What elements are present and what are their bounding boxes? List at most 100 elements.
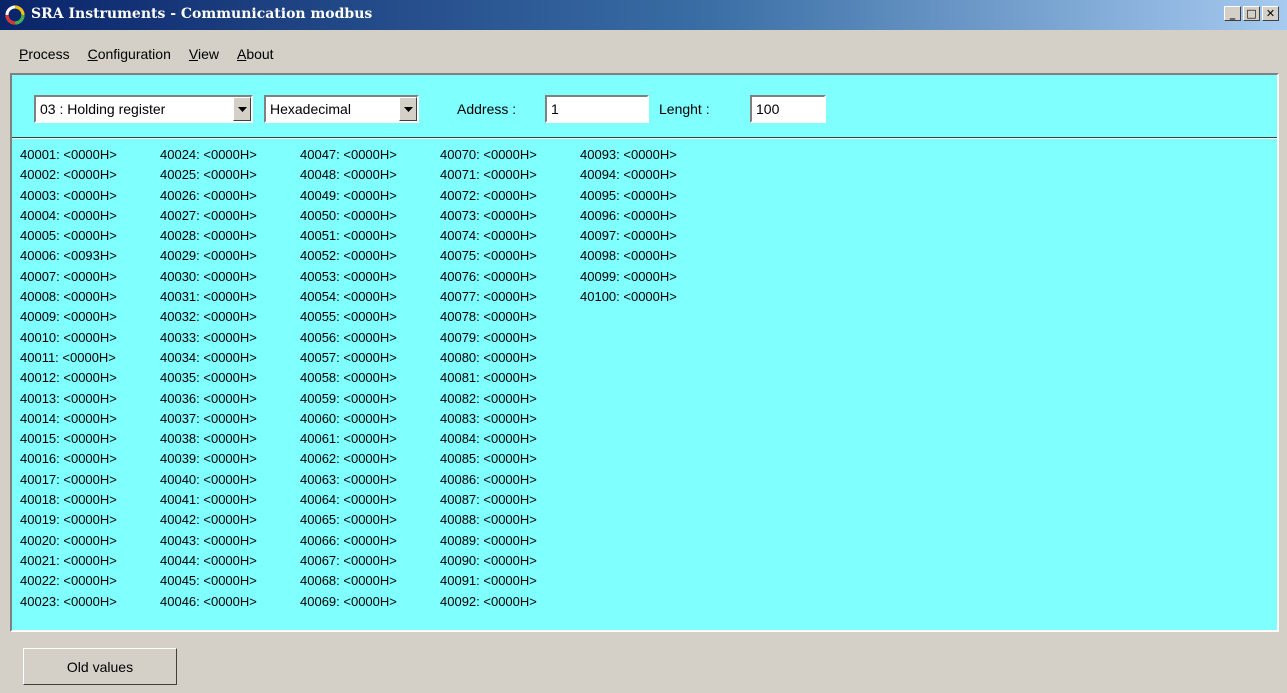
register-value: 40039: <0000H>: [160, 451, 257, 467]
maximize-button[interactable]: □: [1243, 6, 1260, 21]
register-value: 40036: <0000H>: [160, 390, 257, 406]
register-value: 40040: <0000H>: [160, 471, 257, 487]
register-value: 40052: <0000H>: [300, 248, 397, 264]
title-bar: SRA Instruments - Communication modbus _…: [0, 0, 1287, 30]
register-value: 40089: <0000H>: [440, 532, 537, 548]
register-value: 40032: <0000H>: [160, 309, 257, 325]
register-value: 40076: <0000H>: [440, 268, 537, 284]
length-field[interactable]: [750, 95, 826, 123]
register-value: 40014: <0000H>: [20, 410, 117, 426]
register-type-select[interactable]: 03 : Holding register: [34, 95, 253, 123]
register-value: 40041: <0000H>: [160, 492, 257, 508]
register-value: 40065: <0000H>: [300, 512, 397, 528]
register-value: 40047: <0000H>: [300, 147, 397, 162]
toolbar-divider: [12, 137, 1277, 139]
register-value: 40011: <0000H>: [20, 349, 116, 365]
register-value: 40007: <0000H>: [20, 268, 117, 284]
register-value: 40051: <0000H>: [300, 228, 397, 244]
register-value: 40075: <0000H>: [440, 248, 537, 264]
register-value: 40093: <0000H>: [580, 147, 677, 162]
register-value: 40010: <0000H>: [20, 329, 117, 345]
old-values-button[interactable]: Old values: [23, 648, 177, 685]
register-value: 40099: <0000H>: [580, 268, 677, 284]
register-value: 40090: <0000H>: [440, 552, 537, 568]
app-logo-icon: [5, 5, 25, 25]
length-input[interactable]: [752, 97, 824, 121]
register-value: 40050: <0000H>: [300, 207, 397, 223]
close-button[interactable]: ✕: [1262, 6, 1279, 21]
register-value: 40098: <0000H>: [580, 248, 677, 264]
register-list: 40001: <0000H> 40002: <0000H> 40003: <0000…: [20, 145, 720, 612]
register-value: 40082: <0000H>: [440, 390, 537, 406]
register-value: 40001: <0000H>: [20, 147, 117, 162]
length-label: Lenght :: [659, 101, 710, 117]
register-value: 40033: <0000H>: [160, 329, 257, 345]
register-value: 40073: <0000H>: [440, 207, 537, 223]
register-value: 40081: <0000H>: [440, 370, 537, 386]
register-value: 40072: <0000H>: [440, 187, 537, 203]
register-value: 40005: <0000H>: [20, 228, 117, 244]
register-value: 40095: <0000H>: [580, 187, 677, 203]
register-value: 40029: <0000H>: [160, 248, 257, 264]
address-label: Address :: [457, 101, 517, 117]
register-value: 40064: <0000H>: [300, 492, 397, 508]
register-value: 40002: <0000H>: [20, 167, 117, 183]
register-value: 40086: <0000H>: [440, 471, 537, 487]
register-value: 40063: <0000H>: [300, 471, 397, 487]
toolbar: 03 : Holding register Hexadecimal Addres…: [12, 75, 1277, 137]
register-value: 40062: <0000H>: [300, 451, 397, 467]
register-type-dropdown-button[interactable]: [233, 97, 251, 121]
register-value: 40026: <0000H>: [160, 187, 257, 203]
register-value: 40096: <0000H>: [580, 207, 677, 223]
register-value: 40054: <0000H>: [300, 289, 397, 305]
menu-process[interactable]: Process: [0, 44, 79, 66]
register-value: 40034: <0000H>: [160, 349, 257, 365]
register-value: 40025: <0000H>: [160, 167, 257, 183]
register-value: 40037: <0000H>: [160, 410, 257, 426]
format-select[interactable]: Hexadecimal: [264, 95, 419, 123]
format-value: Hexadecimal: [270, 101, 351, 117]
register-value: 40016: <0000H>: [20, 451, 117, 467]
register-value: 40067: <0000H>: [300, 552, 397, 568]
chevron-down-icon: [403, 106, 413, 112]
register-value: 40066: <0000H>: [300, 532, 397, 548]
register-value: 40078: <0000H>: [440, 309, 537, 325]
register-value: 40015: <0000H>: [20, 431, 117, 447]
register-value: 40012: <0000H>: [20, 370, 117, 386]
register-value: 40013: <0000H>: [20, 390, 117, 406]
register-value: 40017: <0000H>: [20, 471, 117, 487]
register-type-value: 03 : Holding register: [40, 101, 166, 117]
register-value: 40024: <0000H>: [160, 147, 257, 162]
register-value: 40003: <0000H>: [20, 187, 117, 203]
menu-view[interactable]: View: [180, 44, 228, 66]
register-value: 40079: <0000H>: [440, 329, 537, 345]
register-value: 40027: <0000H>: [160, 207, 257, 223]
menu-about[interactable]: About: [228, 44, 283, 66]
register-value: 40058: <0000H>: [300, 370, 397, 386]
register-value: 40049: <0000H>: [300, 187, 397, 203]
register-value: 40060: <0000H>: [300, 410, 397, 426]
register-value: 40004: <0000H>: [20, 207, 117, 223]
menu-bar: Process Configuration View About: [0, 44, 283, 66]
register-value: 40045: <0000H>: [160, 573, 257, 589]
register-value: 40100: <0000H>: [580, 289, 677, 305]
register-value: 40061: <0000H>: [300, 431, 397, 447]
address-input[interactable]: [547, 97, 647, 121]
menu-configuration[interactable]: Configuration: [79, 44, 180, 66]
register-value: 40088: <0000H>: [440, 512, 537, 528]
register-value: 40019: <0000H>: [20, 512, 117, 528]
register-value: 40068: <0000H>: [300, 573, 397, 589]
register-value: 40084: <0000H>: [440, 431, 537, 447]
register-value: 40008: <0000H>: [20, 289, 117, 305]
register-value: 40048: <0000H>: [300, 167, 397, 183]
format-dropdown-button[interactable]: [399, 97, 417, 121]
register-value: 40056: <0000H>: [300, 329, 397, 345]
register-value: 40094: <0000H>: [580, 167, 677, 183]
register-value: 40092: <0000H>: [440, 593, 537, 609]
register-value: 40020: <0000H>: [20, 532, 117, 548]
register-panel: 03 : Holding register Hexadecimal Addres…: [10, 73, 1279, 632]
address-field[interactable]: [545, 95, 649, 123]
register-value: 40087: <0000H>: [440, 492, 537, 508]
minimize-button[interactable]: _: [1224, 6, 1241, 21]
register-value: 40053: <0000H>: [300, 268, 397, 284]
